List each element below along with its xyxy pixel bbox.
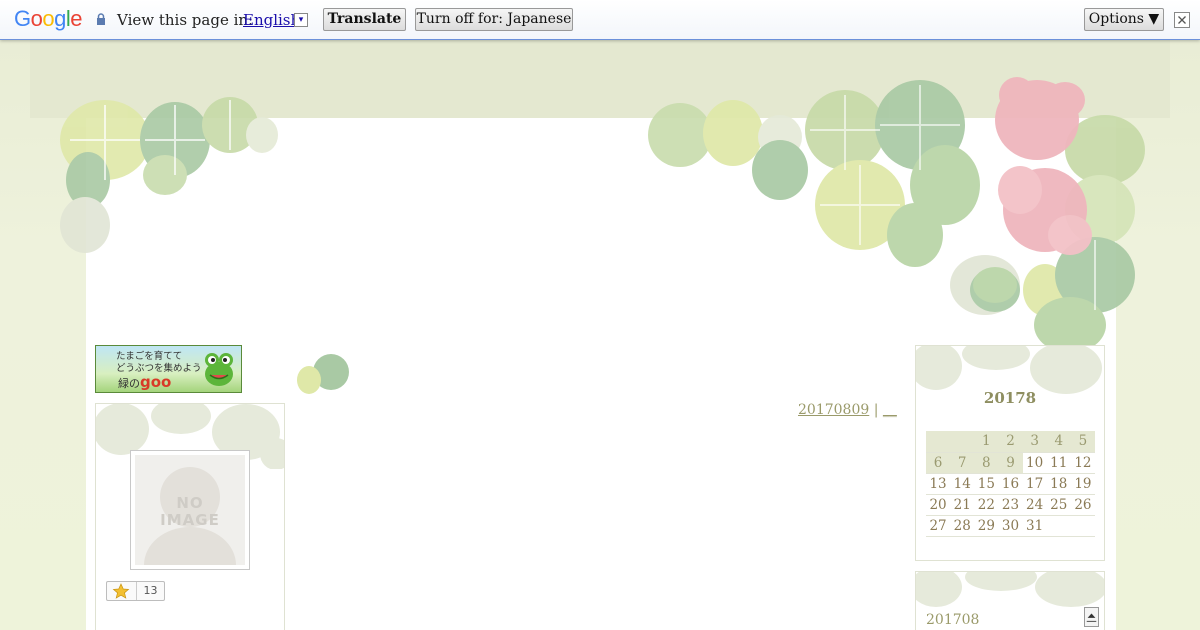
archive-title: 201708 bbox=[926, 612, 980, 628]
profile-box: NO IMAGE 13 bbox=[95, 403, 285, 630]
calendar-day[interactable]: 3 bbox=[1022, 431, 1047, 453]
header-band bbox=[30, 40, 1170, 118]
calendar-day: 20 bbox=[926, 494, 951, 516]
google-logo: Google bbox=[14, 6, 83, 31]
turn-off-button[interactable]: Turn off for: Japanese bbox=[415, 8, 573, 31]
calendar-day[interactable]: 1 bbox=[974, 431, 999, 453]
calendar-day: 14 bbox=[950, 473, 975, 495]
calendar-day[interactable]: 7 bbox=[950, 452, 975, 474]
calendar-day: 11 bbox=[1046, 452, 1071, 474]
calendar-week-row: 6 7 8 9 10 11 12 bbox=[926, 452, 1095, 474]
profile-image: NO IMAGE bbox=[130, 450, 250, 570]
entry-meta: 20170809 | __ bbox=[798, 402, 897, 418]
close-icon[interactable] bbox=[1174, 12, 1190, 28]
calendar-week-row: 20 21 22 23 24 25 26 bbox=[926, 494, 1095, 516]
calendar-week-row: 12345 bbox=[926, 431, 1095, 453]
calendar-widget: 20178 1 2 3 4 5 6 7 8 9 10 11 12 13 14 15 16 17 18 19 20 21 2… bbox=[915, 345, 1105, 561]
calendar-empty-cell bbox=[950, 431, 975, 453]
chevron-down-icon[interactable]: ▾ bbox=[294, 13, 308, 27]
calendar-day: 28 bbox=[950, 515, 975, 537]
calendar-grid: 1 2 3 4 5 6 7 8 9 10 11 12 13 14 15 16 17 18 19 20 21 22 23 24 2… bbox=[926, 431, 1095, 537]
archive-widget: 201708 bbox=[915, 571, 1105, 630]
calendar-day: 16 bbox=[998, 473, 1023, 495]
calendar-day: 25 bbox=[1046, 494, 1071, 516]
separator: | bbox=[869, 402, 883, 418]
calendar-day[interactable]: 9 bbox=[998, 452, 1023, 474]
calendar-day: 15 bbox=[974, 473, 999, 495]
options-button[interactable]: Options ▼ bbox=[1084, 8, 1164, 31]
translate-label: View this page in: bbox=[117, 11, 254, 29]
language-link[interactable]: English bbox=[243, 11, 300, 29]
entry-date-link[interactable]: 20170809 bbox=[798, 402, 869, 418]
calendar-day: 24 bbox=[1022, 494, 1047, 516]
calendar-empty-cell bbox=[926, 431, 951, 453]
scroll-up-icon[interactable] bbox=[1084, 607, 1099, 627]
star-button[interactable]: 13 bbox=[106, 581, 165, 601]
lock-icon bbox=[97, 13, 105, 25]
calendar-day: 18 bbox=[1046, 473, 1071, 495]
banner-text: どうぶつを集めよう bbox=[116, 363, 202, 374]
calendar-day: 10 bbox=[1022, 452, 1047, 474]
banner-brand: 緑のgoo bbox=[118, 373, 172, 391]
calendar-day: 29 bbox=[974, 515, 999, 537]
calendar-day: 27 bbox=[926, 515, 951, 537]
leaf-decoration bbox=[916, 572, 1104, 607]
calendar-week-row: 27 28 29 30 31 bbox=[926, 515, 1095, 537]
star-count: 13 bbox=[143, 584, 158, 597]
goo-banner[interactable]: たまごを育てて どうぶつを集めよう 緑のgoo bbox=[95, 345, 242, 393]
frog-icon bbox=[205, 353, 233, 386]
calendar-day[interactable]: 5 bbox=[1070, 431, 1095, 453]
calendar-day: 12 bbox=[1070, 452, 1095, 474]
calendar-day: 22 bbox=[974, 494, 999, 516]
calendar-day[interactable]: 4 bbox=[1046, 431, 1071, 453]
calendar-day: 21 bbox=[950, 494, 975, 516]
entry-category-link[interactable]: __ bbox=[883, 402, 897, 418]
calendar-week-row: 13 14 15 16 17 18 19 bbox=[926, 473, 1095, 495]
star-icon[interactable] bbox=[107, 582, 137, 600]
calendar-day: 31 bbox=[1022, 515, 1047, 537]
calendar-empty-cell bbox=[1046, 515, 1071, 537]
translate-bar: Google View this page in: English ▾ Tran… bbox=[0, 0, 1200, 40]
placeholder-text: NO bbox=[176, 494, 204, 512]
translate-button[interactable]: Translate bbox=[323, 8, 406, 31]
calendar-title: 20178 bbox=[983, 389, 1037, 407]
calendar-day: 13 bbox=[926, 473, 951, 495]
calendar-day: 17 bbox=[1022, 473, 1047, 495]
placeholder-text: IMAGE bbox=[160, 511, 220, 529]
calendar-day[interactable]: 8 bbox=[974, 452, 999, 474]
calendar-day[interactable]: 6 bbox=[926, 452, 951, 474]
calendar-day: 19 bbox=[1070, 473, 1095, 495]
calendar-day: 26 bbox=[1070, 494, 1095, 516]
calendar-day: 23 bbox=[998, 494, 1023, 516]
calendar-day[interactable]: 2 bbox=[998, 431, 1023, 453]
calendar-day: 30 bbox=[998, 515, 1023, 537]
calendar-empty-cell bbox=[1070, 515, 1095, 537]
